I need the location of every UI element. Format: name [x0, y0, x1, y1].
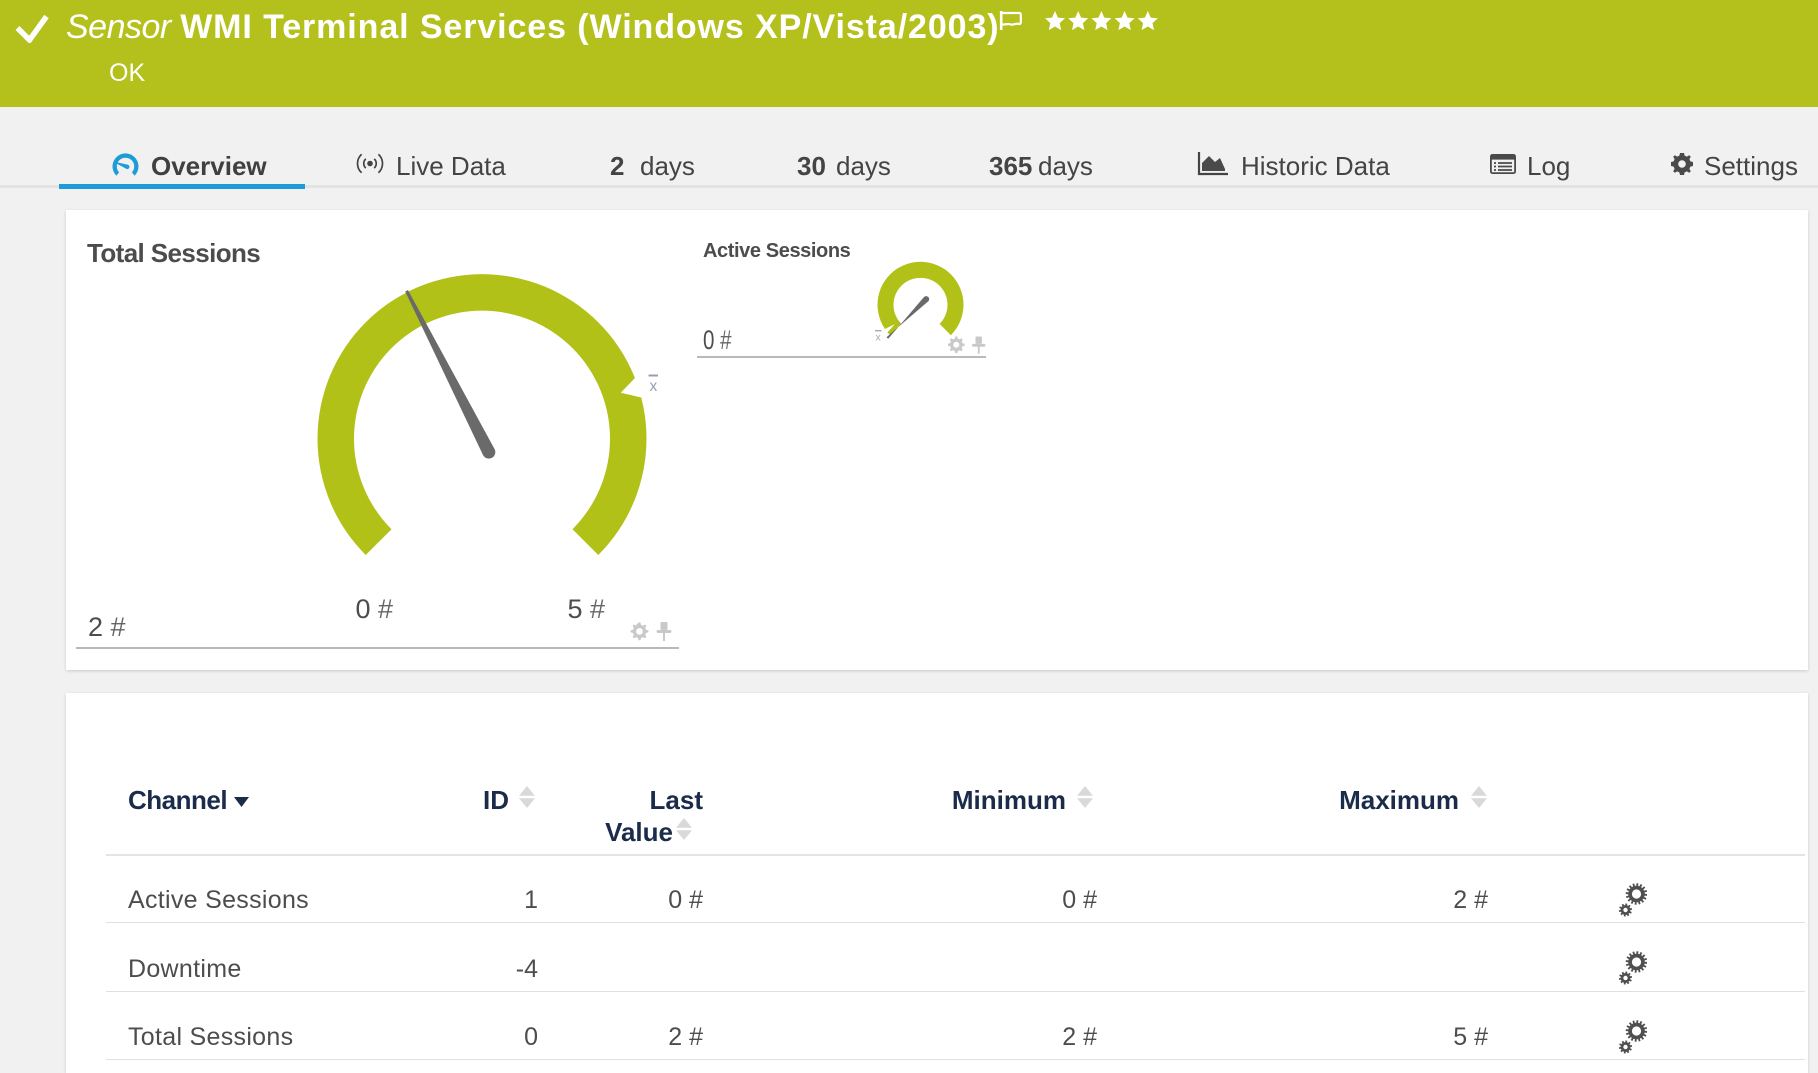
- svg-text:x: x: [650, 378, 658, 395]
- svg-text:x: x: [876, 332, 882, 344]
